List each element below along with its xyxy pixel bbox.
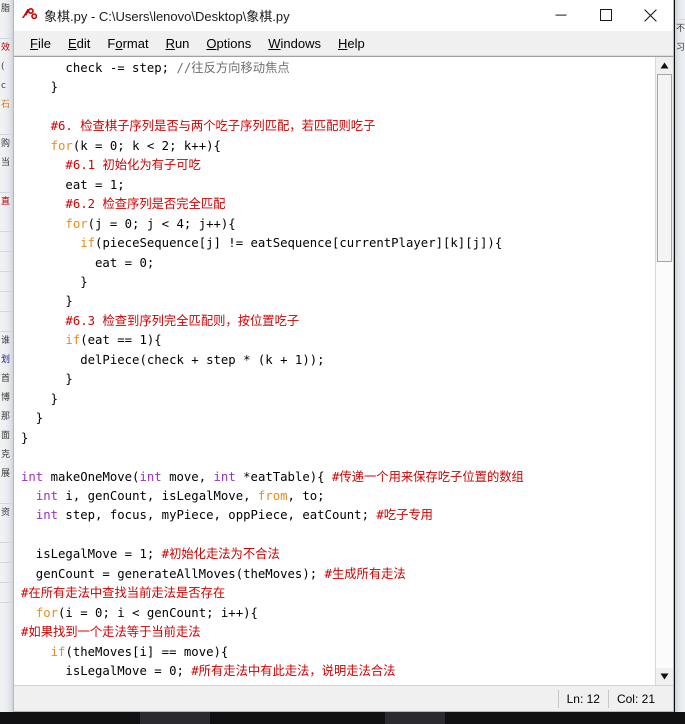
menu-item-format[interactable]: Format	[99, 34, 157, 53]
title-bar[interactable]: 象棋.py - C:\Users\lenovo\Desktop\象棋.py	[14, 0, 673, 31]
editor-area: check -= step; //往反方向移动焦点 } #6. 检查棋子序列是否…	[14, 56, 673, 685]
idle-python-icon	[21, 7, 37, 23]
bg-rule	[0, 312, 14, 332]
bg-rule	[0, 523, 14, 543]
code-pane[interactable]: check -= step; //往反方向移动焦点 } #6. 检查棋子序列是否…	[14, 57, 655, 685]
bg-fragment: 直	[1, 197, 11, 207]
bg-rule	[0, 292, 14, 312]
background-window-left-sliver[interactable]: 脂 效 ( c 石 购 当 直 谁 划 首 博 那 面 克 展 资	[0, 0, 14, 724]
bg-fragment: 脂	[1, 4, 11, 14]
bg-fragment: c	[1, 81, 6, 91]
bg-fragment: 效	[1, 43, 11, 53]
bg-rule	[0, 583, 14, 603]
bg-rule	[0, 272, 14, 292]
bg-rule	[675, 0, 685, 20]
bg-fragment: 不	[676, 24, 685, 34]
triangle-down-icon	[660, 673, 669, 680]
bg-rule	[0, 252, 14, 272]
taskbar-segment[interactable]	[140, 712, 210, 724]
bg-fragment: 石	[1, 100, 11, 110]
taskbar[interactable]	[0, 712, 685, 724]
bg-fragment: 习	[676, 43, 685, 53]
maximize-icon	[599, 9, 612, 21]
menu-item-options[interactable]: Options	[198, 34, 260, 53]
bg-fragment: 博	[1, 393, 11, 403]
status-line-number: Ln: 12	[557, 689, 608, 708]
status-column-number: Col: 21	[607, 689, 663, 708]
vertical-scrollbar[interactable]	[655, 57, 673, 685]
scrollbar-track[interactable]	[656, 262, 673, 668]
bg-fragment: 克	[1, 450, 11, 460]
close-button[interactable]	[628, 0, 673, 30]
bg-rule	[0, 212, 14, 232]
scroll-down-button[interactable]	[656, 668, 673, 685]
bg-rule	[0, 232, 14, 252]
code-text[interactable]: check -= step; //往反方向移动焦点 } #6. 检查棋子序列是否…	[14, 59, 655, 685]
window-title: 象棋.py - C:\Users\lenovo\Desktop\象棋.py	[44, 8, 290, 24]
idle-editor-window: 象棋.py - C:\Users\lenovo\Desktop\象棋.py Fi…	[13, 0, 674, 712]
minimize-icon	[555, 14, 566, 16]
bg-rule	[0, 484, 14, 504]
triangle-up-icon	[660, 62, 669, 69]
bg-rule	[0, 173, 14, 193]
bg-fragment: 购	[1, 139, 11, 149]
menu-item-help[interactable]: Help	[330, 34, 374, 53]
bg-rule	[0, 19, 14, 39]
bg-rule	[0, 563, 14, 583]
bg-fragment: 资	[1, 508, 11, 518]
desktop-background: 脂 效 ( c 石 购 当 直 谁 划 首 博 那 面 克 展 资 不 习 象棋…	[0, 0, 685, 724]
bg-fragment: 展	[1, 469, 11, 479]
bg-fragment: 划	[1, 355, 11, 365]
menu-item-run[interactable]: Run	[158, 34, 199, 53]
bg-rule	[0, 543, 14, 563]
bg-rule	[0, 115, 14, 135]
scroll-up-button[interactable]	[656, 57, 673, 74]
bg-fragment: 面	[1, 431, 11, 441]
bg-fragment: (	[1, 62, 5, 72]
taskbar-segment[interactable]	[385, 712, 445, 724]
menu-item-file[interactable]: File	[22, 34, 60, 53]
status-bar: Ln: 12 Col: 21	[14, 685, 673, 711]
bg-fragment: 那	[1, 412, 11, 422]
bg-fragment: 当	[1, 158, 11, 168]
menu-item-edit[interactable]: Edit	[60, 34, 99, 53]
menu-item-windows[interactable]: Windows	[260, 34, 330, 53]
bg-fragment: 谁	[1, 336, 11, 346]
scrollbar-thumb[interactable]	[657, 74, 672, 262]
bg-fragment: 首	[1, 374, 11, 384]
close-icon	[644, 8, 657, 22]
maximize-button[interactable]	[583, 0, 628, 30]
minimize-button[interactable]	[538, 0, 583, 30]
menu-bar: File Edit Format Run Options Windows Hel…	[14, 31, 673, 56]
background-window-right-sliver[interactable]: 不 习	[675, 0, 685, 724]
